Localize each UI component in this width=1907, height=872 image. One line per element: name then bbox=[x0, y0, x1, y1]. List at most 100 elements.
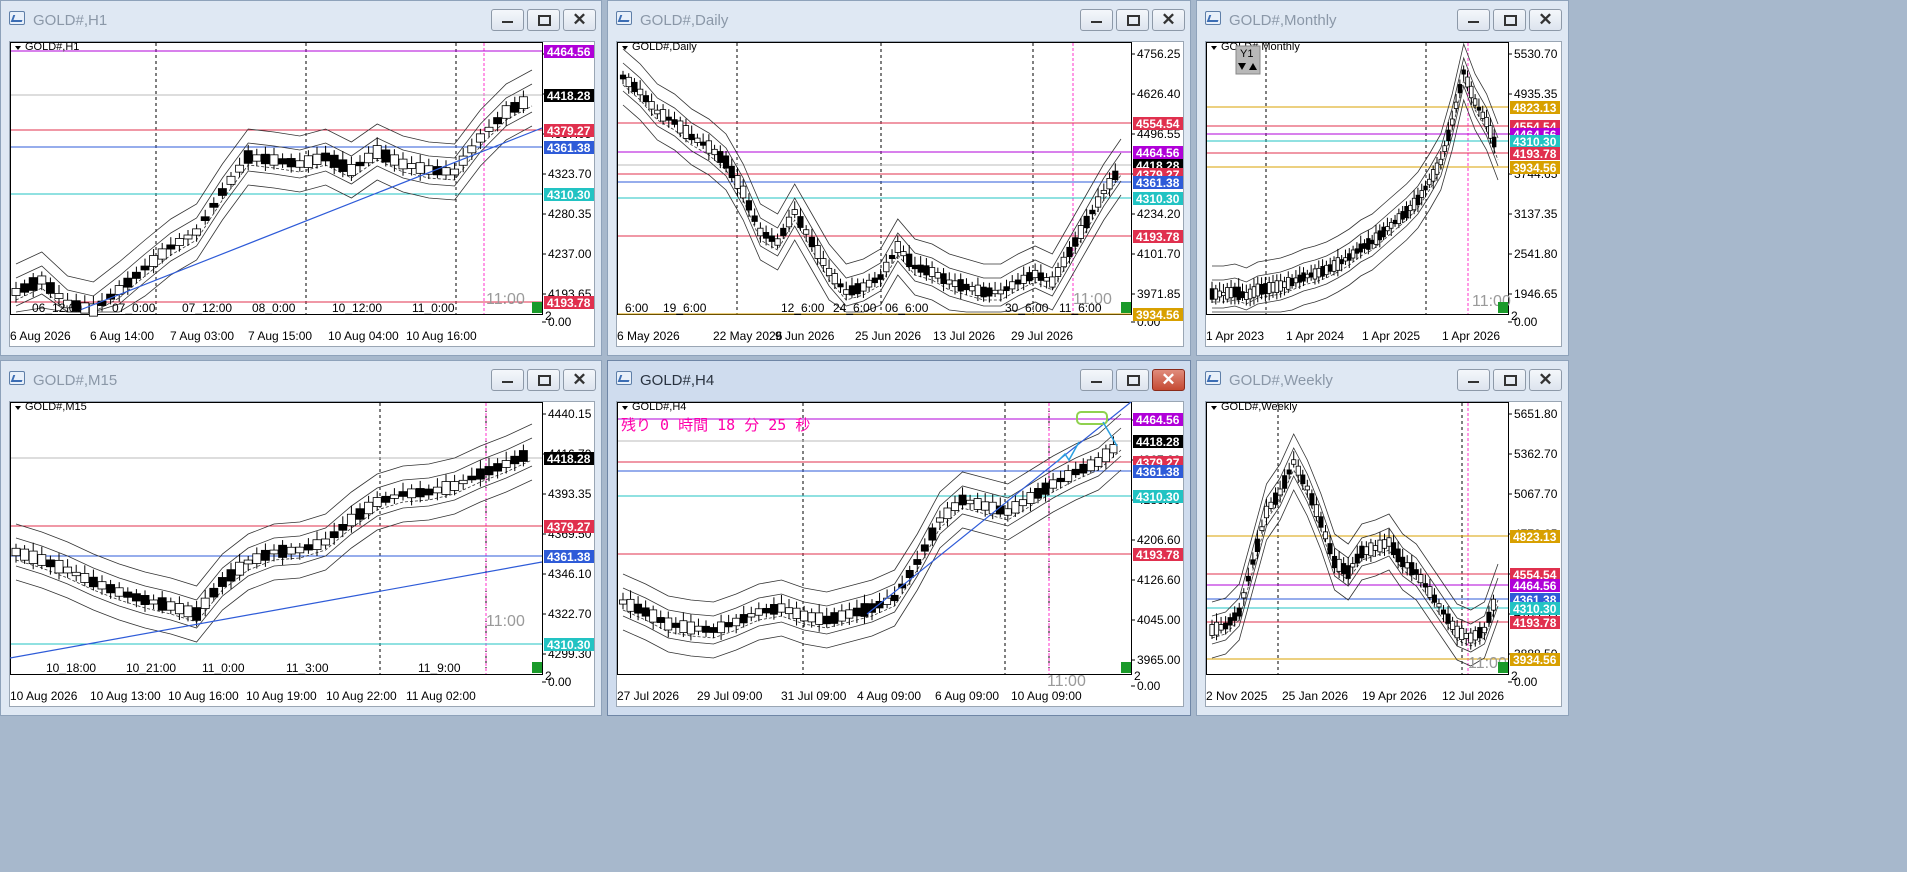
window-daily[interactable]: GOLD#,Daily ✕ GOLD#,Daily 11:00 4756.25 462… bbox=[607, 0, 1191, 356]
candle-body bbox=[1032, 269, 1039, 279]
candle-body bbox=[149, 599, 159, 605]
window-title: GOLD#,H4 bbox=[640, 372, 715, 389]
window-monthly[interactable]: GOLD#,Monthly ✕ GOLD#,MonthlyY111:005530… bbox=[1196, 0, 1569, 356]
candle-body bbox=[1472, 98, 1478, 106]
minimize-button[interactable] bbox=[1080, 9, 1113, 31]
candle-body bbox=[1327, 543, 1333, 555]
candle-body bbox=[1300, 474, 1306, 485]
price-tag-label: 3934.56 bbox=[1513, 653, 1557, 667]
date-axis-label: 2 Nov 2025 bbox=[1206, 689, 1268, 703]
price-axis-label: 4935.35 bbox=[1514, 87, 1558, 101]
time-axis-label: 07_12:00 bbox=[182, 301, 232, 315]
candle-body bbox=[1358, 243, 1363, 253]
window-h4[interactable]: GOLD#,H4 ✕ GOLD#,H4 残り 0 時間 18 分 25 秒 11:0… bbox=[607, 360, 1191, 716]
candle-body bbox=[123, 591, 133, 598]
candle-body bbox=[174, 603, 184, 615]
price-tag-label: 4193.78 bbox=[1136, 230, 1180, 244]
price-chart[interactable]: GOLD#,Daily11:004756.254626.404496.55436… bbox=[616, 41, 1184, 347]
candle-body bbox=[935, 517, 944, 523]
candle-body bbox=[1350, 249, 1356, 259]
candle-body bbox=[754, 608, 763, 616]
price-chart[interactable]: GOLD#,H111:004453.754410.404367.054323.7… bbox=[9, 41, 595, 347]
candle-body bbox=[1477, 627, 1483, 639]
candle-body bbox=[355, 508, 365, 520]
price-chart[interactable]: GOLD#,H4残り 0 時間 18 分 25 秒11:004448.20436… bbox=[616, 401, 1184, 707]
price-tag-label: 4464.56 bbox=[1136, 413, 1180, 427]
candle-body bbox=[200, 216, 210, 221]
candle-body bbox=[1488, 125, 1493, 139]
candle-body bbox=[822, 615, 831, 625]
titlebar[interactable]: GOLD#,H4 ✕ bbox=[608, 361, 1190, 400]
maximize-button[interactable] bbox=[1493, 369, 1526, 391]
candle-body bbox=[648, 101, 655, 110]
price-axis-label: 5362.70 bbox=[1514, 447, 1558, 461]
candle-body bbox=[785, 607, 793, 615]
minimize-button[interactable] bbox=[1080, 369, 1113, 391]
maximize-button[interactable] bbox=[1493, 9, 1526, 31]
maximize-button[interactable] bbox=[1116, 9, 1149, 31]
window-m15[interactable]: GOLD#,M15 ✕ GOLD#,M1511:004440.154416.70… bbox=[0, 360, 602, 716]
close-button[interactable]: ✕ bbox=[563, 9, 596, 31]
minimize-button[interactable] bbox=[1457, 369, 1490, 391]
candle-body bbox=[1278, 280, 1283, 292]
candle-body bbox=[243, 150, 253, 164]
chart-window-icon bbox=[1205, 11, 1221, 25]
candle-body bbox=[1431, 594, 1437, 603]
price-chart[interactable]: GOLD#,Weekly11:005651.805362.705067.7047… bbox=[1205, 401, 1562, 707]
candle-body bbox=[619, 74, 627, 80]
chart-window-icon bbox=[9, 11, 25, 25]
close-button[interactable]: ✕ bbox=[1529, 369, 1562, 391]
candle-body bbox=[671, 622, 680, 628]
candle-body bbox=[831, 273, 838, 285]
candle-body bbox=[372, 497, 382, 507]
maximize-button[interactable] bbox=[527, 369, 560, 391]
titlebar[interactable]: GOLD#,H1 ✕ bbox=[1, 1, 601, 40]
candle-body bbox=[1395, 548, 1401, 563]
candle-body bbox=[814, 245, 821, 259]
candle-body bbox=[1225, 287, 1230, 300]
titlebar[interactable]: GOLD#,Weekly ✕ bbox=[1197, 361, 1568, 400]
price-chart[interactable]: GOLD#,M1511:004440.154416.704393.354369.… bbox=[9, 401, 595, 707]
price-axis-label: 3137.35 bbox=[1514, 207, 1558, 221]
candle-body bbox=[900, 251, 907, 257]
candle-body bbox=[312, 153, 322, 165]
maximize-button[interactable] bbox=[527, 9, 560, 31]
date-axis-label: 25 Jan 2026 bbox=[1282, 689, 1348, 703]
price-axis-label: 4206.60 bbox=[1137, 533, 1181, 547]
candle-body bbox=[928, 527, 937, 541]
candle-body bbox=[226, 569, 236, 582]
candle-body bbox=[217, 577, 227, 587]
candle-body bbox=[1277, 488, 1283, 496]
axis-top-label: 2 bbox=[1134, 669, 1141, 683]
price-chart[interactable]: GOLD#,MonthlyY111:005530.704935.354339.0… bbox=[1205, 41, 1562, 347]
close-button[interactable]: ✕ bbox=[1152, 369, 1185, 391]
candle-body bbox=[1331, 260, 1337, 272]
titlebar[interactable]: GOLD#,Monthly ✕ bbox=[1197, 1, 1568, 40]
minimize-button[interactable] bbox=[491, 369, 524, 391]
date-axis-label: 10 Aug 13:00 bbox=[90, 689, 161, 703]
maximize-button[interactable] bbox=[1116, 369, 1149, 391]
chart-window-icon bbox=[9, 371, 25, 385]
candle-body bbox=[820, 258, 827, 266]
candle-body bbox=[467, 145, 477, 154]
window-weekly[interactable]: GOLD#,Weekly ✕ GOLD#,Weekly 11:00 5651.80 5… bbox=[1196, 360, 1569, 716]
titlebar[interactable]: GOLD#,Daily ✕ bbox=[608, 1, 1190, 40]
minimize-button[interactable] bbox=[491, 9, 524, 31]
titlebar[interactable]: GOLD#,M15 ✕ bbox=[1, 361, 601, 400]
candle-body bbox=[969, 286, 976, 292]
candle-body bbox=[747, 613, 756, 618]
timeframe-badge-label: Y1 bbox=[1240, 48, 1253, 60]
price-tag-label: 4554.54 bbox=[1136, 117, 1180, 131]
candle-body bbox=[988, 501, 997, 515]
close-button[interactable]: ✕ bbox=[1529, 9, 1562, 31]
close-button[interactable]: ✕ bbox=[563, 369, 596, 391]
candle-body bbox=[278, 158, 288, 165]
candle-body bbox=[1396, 213, 1402, 225]
candle-body bbox=[1404, 562, 1410, 569]
candle-body bbox=[934, 272, 941, 279]
window-h1[interactable]: GOLD#,H1 ✕ GOLD#,H111:004453.754410.4043… bbox=[0, 0, 602, 356]
candle-body bbox=[140, 265, 150, 271]
price-axis-label: 4626.40 bbox=[1137, 87, 1181, 101]
close-button[interactable]: ✕ bbox=[1152, 9, 1185, 31]
minimize-button[interactable] bbox=[1457, 9, 1490, 31]
